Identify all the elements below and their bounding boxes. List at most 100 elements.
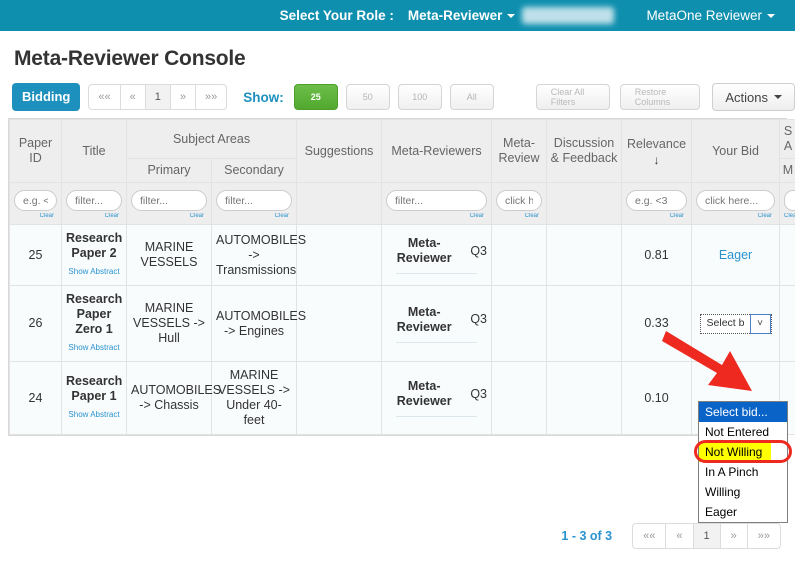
footer-pager-last-button[interactable]: »»: [746, 523, 781, 549]
clear-filter-partial-right[interactable]: Clear: [784, 213, 795, 219]
page-size-100-button[interactable]: 100: [397, 84, 442, 110]
cell-discussion[interactable]: [546, 224, 623, 286]
filter-cell-meta-review: Clear: [491, 182, 548, 225]
bid-option-willing[interactable]: Willing: [699, 482, 787, 502]
paper-title-text: Research Paper 1: [66, 374, 123, 403]
restore-columns-button[interactable]: Restore Columns: [619, 84, 701, 110]
filter-cell-paper-id: Clear: [9, 182, 62, 225]
col-header-secondary[interactable]: Secondary: [210, 158, 298, 183]
bid-option-not-entered[interactable]: Not Entered: [699, 422, 787, 442]
clear-filter-meta-review[interactable]: Clear: [496, 213, 542, 219]
cell-discussion[interactable]: [546, 285, 623, 362]
filter-input-meta-review[interactable]: [496, 190, 543, 211]
page-size-25-button[interactable]: 25: [293, 84, 338, 110]
actions-button[interactable]: Actions: [712, 83, 795, 111]
cell-title: Research Paper 1 Show Abstract: [61, 361, 127, 435]
col-header-meta-reviewers[interactable]: Meta-Reviewers: [381, 119, 493, 183]
cell-secondary-subject: MARINE VESSELS -> Under 40-feet: [210, 361, 298, 435]
show-abstract-link[interactable]: Show Abstract: [66, 340, 122, 355]
col-header-title[interactable]: Title: [61, 119, 127, 183]
cell-suggestions[interactable]: [296, 361, 383, 435]
paper-title-text: Research Paper Zero 1: [66, 292, 123, 336]
cell-primary-subject: AUTOMOBILES -> Chassis: [126, 361, 221, 435]
table-row[interactable]: 26 Research Paper Zero 1 Show Abstract M…: [9, 285, 795, 362]
actions-button-label: Actions: [725, 89, 768, 105]
show-label: Show:: [243, 89, 284, 105]
table-row[interactable]: 25 Research Paper 2 Show Abstract MARINE…: [9, 224, 795, 286]
col-header-partial-right-sub[interactable]: M: [779, 158, 795, 183]
tab-bidding[interactable]: Bidding: [12, 83, 81, 111]
filter-cell-meta-reviewers: Clear: [381, 182, 493, 225]
clear-filter-paper-id[interactable]: Clear: [14, 213, 57, 219]
col-header-suggestions[interactable]: Suggestions: [296, 119, 383, 183]
footer-pager-page-1-button[interactable]: 1: [692, 523, 721, 549]
filter-input-partial-right[interactable]: [784, 190, 795, 211]
cell-relevance: 0.33: [621, 285, 693, 362]
page-title: Meta-Reviewer Console: [14, 47, 246, 70]
show-abstract-link[interactable]: Show Abstract: [66, 264, 122, 279]
filter-input-meta-reviewers[interactable]: [386, 190, 488, 211]
col-header-partial-right[interactable]: S A: [779, 119, 795, 159]
page-size-all-button[interactable]: All: [449, 84, 494, 110]
footer-pager-prev-button[interactable]: «: [665, 523, 694, 549]
col-header-paper-id[interactable]: Paper ID: [9, 119, 62, 183]
show-abstract-link[interactable]: Show Abstract: [66, 407, 122, 422]
footer-pager-first-button[interactable]: ««: [632, 523, 667, 549]
pager-last-button[interactable]: »»: [195, 84, 228, 110]
filter-input-your-bid[interactable]: [696, 190, 776, 211]
col-header-your-bid[interactable]: Your Bid: [691, 119, 781, 183]
cell-discussion[interactable]: [546, 361, 623, 435]
filter-input-relevance[interactable]: [626, 190, 688, 211]
clear-filter-meta-reviewers[interactable]: Clear: [386, 213, 487, 219]
cell-meta-review[interactable]: [491, 224, 548, 286]
bid-option-not-willing[interactable]: Not Willing: [699, 442, 771, 462]
clear-filter-relevance[interactable]: Clear: [626, 213, 687, 219]
filter-input-title[interactable]: [66, 190, 122, 211]
clear-all-filters-button[interactable]: Clear All Filters: [535, 84, 610, 110]
meta-reviewer-name: Meta-Reviewer: [396, 236, 452, 265]
filter-input-primary[interactable]: [131, 190, 207, 211]
pager-next-button[interactable]: »: [169, 84, 197, 110]
cell-secondary-subject: AUTOMOBILES -> Transmissions: [210, 224, 306, 286]
pager-page-1-button[interactable]: 1: [144, 84, 171, 110]
page-size-50-button[interactable]: 50: [345, 84, 390, 110]
clear-filter-primary[interactable]: Clear: [131, 213, 207, 219]
bid-select-dropdown[interactable]: Select b ˅: [699, 313, 772, 334]
cell-meta-review[interactable]: [491, 361, 548, 435]
your-bid-value[interactable]: Eager: [719, 248, 752, 262]
cell-suggestions[interactable]: [296, 285, 383, 362]
bid-option-select-bid[interactable]: Select bid...: [699, 402, 787, 422]
chevron-down-icon[interactable]: ˅: [749, 313, 771, 334]
bid-options-dropdown[interactable]: Select bid... Not Entered Not Willing In…: [698, 401, 788, 523]
filter-input-paper-id[interactable]: [14, 190, 57, 211]
meta-reviewer-name: Meta-Reviewer: [396, 304, 452, 334]
bid-option-eager[interactable]: Eager: [699, 502, 787, 522]
clear-filter-secondary[interactable]: Clear: [216, 213, 292, 219]
col-header-primary[interactable]: Primary: [126, 158, 212, 183]
meta-reviewer-quota: Q3: [470, 312, 488, 326]
bid-option-in-a-pinch[interactable]: In A Pinch: [699, 462, 787, 482]
table-row[interactable]: 24 Research Paper 1 Show Abstract AUTOMO…: [9, 361, 795, 435]
papers-table-container: Paper ID Title Subject Areas Suggestions…: [8, 118, 795, 436]
meta-reviewer-quota: Q3: [470, 386, 488, 401]
cell-your-bid[interactable]: Select b ˅: [691, 285, 781, 362]
cell-meta-review[interactable]: [491, 285, 548, 362]
role-dropdown[interactable]: Meta-Reviewer: [408, 8, 516, 23]
col-header-discussion-feedback[interactable]: Discussion & Feedback: [546, 119, 623, 183]
cell-meta-reviewers: Meta-Reviewer Q3: [381, 224, 493, 286]
col-header-meta-review[interactable]: Meta-Review: [491, 119, 548, 183]
filter-input-secondary[interactable]: [216, 190, 293, 211]
pager-prev-button[interactable]: «: [119, 84, 146, 110]
clear-filter-title[interactable]: Clear: [66, 213, 122, 219]
col-header-relevance[interactable]: Relevance ↓: [621, 119, 693, 183]
header-row-top: Paper ID Title Subject Areas Suggestions…: [9, 119, 795, 183]
pager-first-button[interactable]: ««: [88, 84, 121, 110]
divider: [396, 341, 478, 343]
cell-suggestions[interactable]: [296, 224, 383, 286]
utility-button-group: Clear All Filters Restore Columns: [535, 84, 701, 110]
divider: [396, 416, 478, 417]
footer-pager-next-button[interactable]: »: [719, 523, 748, 549]
clear-filter-your-bid[interactable]: Clear: [696, 213, 775, 219]
cell-your-bid[interactable]: Eager: [691, 224, 781, 286]
user-menu[interactable]: MetaOne Reviewer: [646, 0, 775, 31]
